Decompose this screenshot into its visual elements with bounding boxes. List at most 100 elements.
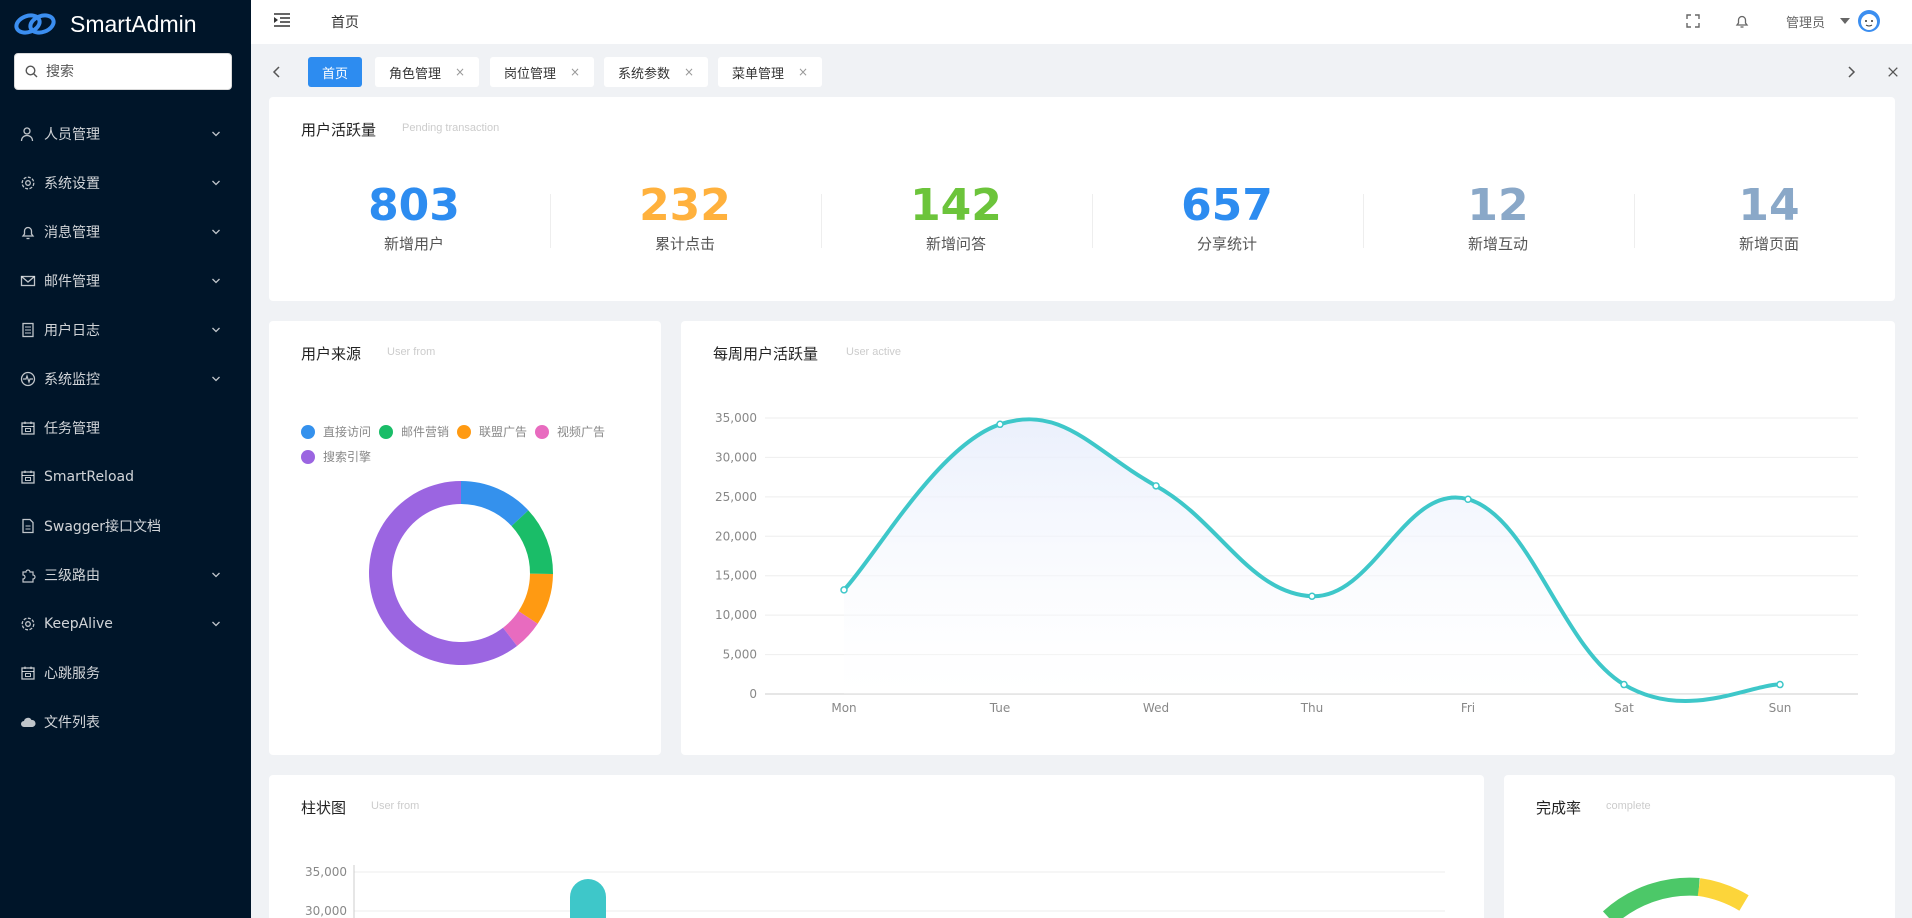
chevron-down-icon xyxy=(212,572,220,577)
user-name[interactable]: 管理员 xyxy=(1786,12,1825,31)
tab-label: 菜单管理 xyxy=(732,66,785,82)
stat-label: 新增互动 xyxy=(1467,235,1528,253)
log-icon xyxy=(22,322,34,337)
caret-down-icon[interactable] xyxy=(1839,15,1851,27)
sidebar-item-label: 人员管理 xyxy=(44,126,100,143)
x-tick-label: Tue xyxy=(989,701,1011,715)
legend-item[interactable]: 搜索引擎 xyxy=(301,448,371,465)
y-tick-label: 0 xyxy=(749,687,757,701)
sidebar-item-0[interactable]: 人员管理 xyxy=(0,109,251,158)
stat-label: 新增用户 xyxy=(383,235,444,253)
activity-title: 用户活跃量 xyxy=(301,121,377,139)
stat-value: 232 xyxy=(639,180,731,231)
y-tick-label: 30,000 xyxy=(305,904,347,918)
area-fill xyxy=(844,419,1780,702)
sidebar-item-label: KeepAlive xyxy=(44,615,113,632)
close-icon[interactable]: × xyxy=(455,65,465,79)
user-icon xyxy=(20,126,34,141)
tab-4[interactable]: 菜单管理 × xyxy=(718,57,823,87)
sidebar-item-11[interactable]: 心跳服务 xyxy=(0,648,251,697)
stat-label: 新增页面 xyxy=(1738,235,1799,253)
sidebar-item-label: 三级路由 xyxy=(44,567,100,584)
legend-label: 联盟广告 xyxy=(479,425,528,439)
legend-item[interactable]: 邮件营销 xyxy=(379,423,449,440)
legend-dot xyxy=(535,424,550,439)
user-source-donut-chart xyxy=(369,481,553,665)
sidebar-item-12[interactable]: 文件列表 xyxy=(0,697,251,746)
calendar-icon xyxy=(21,666,35,680)
search-input[interactable] xyxy=(46,63,216,80)
close-icon[interactable]: × xyxy=(798,65,808,79)
y-tick-label: 35,000 xyxy=(715,411,757,425)
tab-scroll-right-icon[interactable] xyxy=(1845,65,1857,79)
legend-item[interactable]: 直接访问 xyxy=(301,423,371,440)
y-tick-label: 15,000 xyxy=(715,569,757,583)
sidebar-item-7[interactable]: SmartReload xyxy=(0,452,251,501)
gear-icon xyxy=(21,176,35,189)
y-tick-label: 20,000 xyxy=(715,529,757,543)
sidebar-item-9[interactable]: 三级路由 xyxy=(0,550,251,599)
pie-slice[interactable] xyxy=(461,481,529,527)
chevron-down-icon xyxy=(212,376,220,381)
fullscreen-icon[interactable] xyxy=(1685,13,1701,29)
activity-subtitle: Pending transaction xyxy=(402,122,500,134)
bar-chart-card: 柱状图 User from 35,000 30,000 xyxy=(269,775,1484,918)
legend-dot xyxy=(301,449,315,464)
close-icon[interactable]: × xyxy=(570,65,580,79)
breadcrumb[interactable]: 首页 xyxy=(331,12,359,32)
sidebar-item-5[interactable]: 系统监控 xyxy=(0,354,251,403)
weekly-active-line-chart: 35,000 30,000 25,000 20,000 15,000 10,000 5,00… xyxy=(715,411,1858,715)
tab-1[interactable]: 角色管理 × xyxy=(375,57,480,87)
gauge-arc-yellow xyxy=(1697,878,1749,911)
y-tick-label: 35,000 xyxy=(305,865,347,879)
search-box[interactable] xyxy=(14,53,232,90)
stat-value: 142 xyxy=(910,180,1002,231)
stat-divider xyxy=(821,194,822,248)
tab-scroll-left-icon[interactable] xyxy=(271,65,283,79)
sidebar-item-8[interactable]: Swagger接口文档 xyxy=(0,501,251,550)
menu-fold-icon[interactable] xyxy=(273,11,291,29)
sidebar: SmartAdmin 人员管理系统设置消息管理邮件管理用户日志系统监控任务管理 S… xyxy=(0,0,251,918)
sidebar-item-6[interactable]: 任务管理 xyxy=(0,403,251,452)
legend-label: 搜索引擎 xyxy=(323,450,372,464)
avatar[interactable] xyxy=(1858,10,1880,32)
tab-3[interactable]: 系统参数 × xyxy=(604,57,709,87)
completion-gauge xyxy=(1602,877,1749,918)
sidebar-item-2[interactable]: 消息管理 xyxy=(0,207,251,256)
bell-icon xyxy=(21,226,35,239)
sidebar-item-label: Swagger接口文档 xyxy=(44,518,162,535)
legend-dot xyxy=(457,424,472,439)
sidebar-item-1[interactable]: 系统设置 xyxy=(0,158,251,207)
tab-0[interactable]: 首页 xyxy=(308,57,363,87)
app-logo[interactable]: SmartAdmin xyxy=(0,0,251,48)
mail-icon xyxy=(20,275,36,286)
x-tick-label: Fri xyxy=(1461,701,1475,715)
sidebar-item-3[interactable]: 邮件管理 xyxy=(0,256,251,305)
source-title: 用户来源 xyxy=(301,345,362,363)
sidebar-item-label: 用户日志 xyxy=(44,322,100,339)
sidebar-item-4[interactable]: 用户日志 xyxy=(0,305,251,354)
app-name: SmartAdmin xyxy=(70,10,197,37)
chevron-down-icon xyxy=(212,327,220,332)
sidebar-item-10[interactable]: KeepAlive xyxy=(0,599,251,648)
sidebar-menu: 人员管理系统设置 消息管理 邮件管理用户日志系统监控任务管理 SmartReload S… xyxy=(0,109,251,746)
close-icon[interactable]: × xyxy=(684,65,694,79)
y-tick-label: 10,000 xyxy=(715,608,757,622)
monitor-icon xyxy=(20,371,36,386)
gear-icon xyxy=(21,617,35,630)
y-tick-label: 30,000 xyxy=(715,450,757,464)
tab-label: 首页 xyxy=(322,66,349,82)
x-tick-label: Mon xyxy=(831,701,856,715)
calendar-icon xyxy=(21,421,35,435)
activity-card: 用户活跃量 Pending transaction 803 新增用户 232 累计点击… xyxy=(269,97,1895,301)
tab-label: 系统参数 xyxy=(618,66,671,82)
stat-value: 12 xyxy=(1467,180,1529,231)
tab-2[interactable]: 岗位管理 × xyxy=(490,57,595,87)
stat-item: 142 新增问答 xyxy=(821,181,1091,254)
legend-item[interactable]: 视频广告 xyxy=(535,423,605,440)
sidebar-item-label: 心跳服务 xyxy=(44,665,100,682)
close-all-tabs-icon[interactable] xyxy=(1887,65,1899,79)
bell-icon[interactable] xyxy=(1734,13,1750,29)
sidebar-item-label: 系统监控 xyxy=(44,371,100,388)
legend-item[interactable]: 联盟广告 xyxy=(457,423,527,440)
